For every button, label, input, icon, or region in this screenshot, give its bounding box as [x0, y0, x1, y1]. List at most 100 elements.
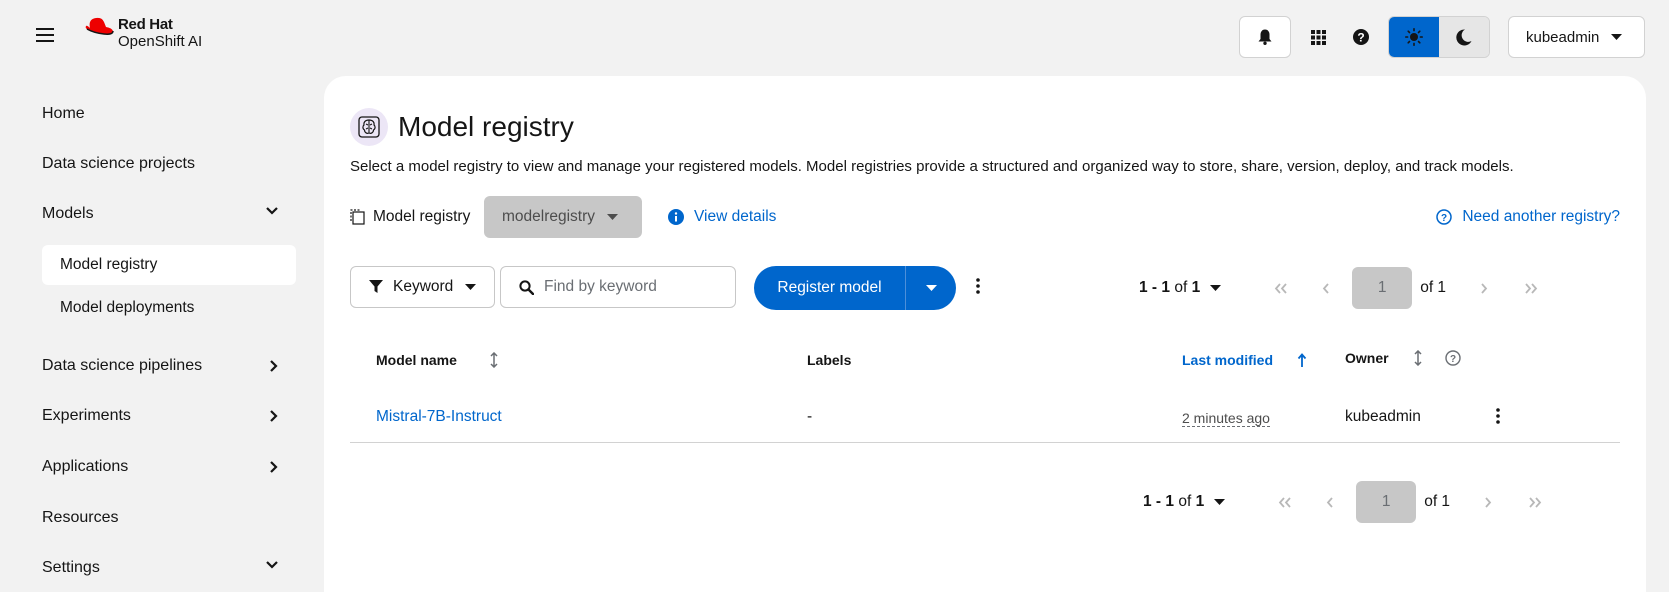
nav-model-registry[interactable]: Model registry — [42, 245, 296, 285]
last-modified-timestamp[interactable]: 2 minutes ago — [1182, 410, 1270, 427]
app-launcher-button[interactable] — [1302, 16, 1334, 58]
nav-label: Applications — [42, 458, 129, 475]
sun-icon — [1405, 28, 1423, 46]
pagination-of-pages: of 1 — [1424, 493, 1451, 510]
column-header-label: Model name — [376, 352, 457, 368]
grid-icon — [1310, 29, 1326, 45]
last-page-icon[interactable] — [1524, 282, 1538, 294]
caret-down-icon — [925, 285, 937, 291]
caret-down-icon — [1214, 499, 1226, 505]
next-page-icon[interactable] — [1484, 496, 1492, 508]
need-another-text: Need another registry? — [1462, 208, 1620, 225]
page-header: Model registry — [350, 108, 574, 146]
register-model-label: Register model — [777, 279, 882, 296]
bell-icon — [1258, 29, 1272, 45]
registry-select[interactable]: modelregistry — [484, 196, 642, 238]
nav-models[interactable]: Models — [42, 194, 296, 234]
nav-data-science-pipelines[interactable]: Data science pipelines — [42, 346, 296, 386]
red-hat-icon — [85, 17, 114, 35]
nav-label: Experiments — [42, 407, 131, 424]
column-header-owner[interactable]: Owner ? — [1345, 350, 1461, 366]
theme-toggle[interactable] — [1388, 16, 1490, 58]
pagination-range: 1 - 1 — [1143, 493, 1175, 510]
filter-type-value: Keyword — [393, 278, 454, 295]
notifications-button[interactable] — [1239, 16, 1291, 58]
column-header-label: Last modified — [1182, 352, 1274, 368]
help-outline-icon[interactable]: ? — [1444, 350, 1461, 366]
dark-theme-button[interactable] — [1439, 17, 1489, 57]
registry-label: Model registry — [350, 208, 470, 226]
last-page-icon[interactable] — [1528, 496, 1542, 508]
top-pagination: 1 - 1 of 1 1 of 1 — [1139, 266, 1538, 310]
user-menu-button[interactable]: kubeadmin — [1508, 16, 1645, 58]
model-name-link[interactable]: Mistral-7B-Instruct — [376, 408, 502, 426]
nav-label: Models — [42, 205, 94, 222]
page-number-input[interactable]: 1 — [1356, 481, 1417, 523]
search-box[interactable] — [500, 266, 736, 308]
row-kebab-button[interactable] — [1496, 408, 1500, 429]
hamburger-icon[interactable] — [36, 28, 54, 42]
bottom-pagination: 1 - 1 of 1 1 of 1 — [1143, 480, 1542, 524]
caret-down-icon — [1611, 34, 1623, 40]
filter-type-select[interactable]: Keyword — [350, 266, 495, 308]
help-button[interactable]: ? — [1347, 16, 1375, 58]
nav-applications[interactable]: Applications — [42, 447, 296, 487]
help-icon: ? — [1353, 29, 1369, 45]
register-model-dropdown-toggle[interactable] — [906, 266, 956, 310]
nav-experiments[interactable]: Experiments — [42, 396, 296, 436]
caret-down-icon — [1210, 285, 1222, 291]
column-header-labels: Labels — [807, 352, 851, 368]
user-name: kubeadmin — [1526, 28, 1600, 46]
column-header-label: Labels — [807, 352, 852, 368]
search-input[interactable] — [544, 278, 724, 296]
nav-label: Data science projects — [42, 155, 195, 172]
nav-data-science-projects[interactable]: Data science projects — [42, 144, 296, 184]
register-model-split-button[interactable]: Register model — [754, 266, 956, 310]
pagination-of: of — [1174, 279, 1188, 296]
light-theme-button[interactable] — [1389, 17, 1439, 57]
register-model-button[interactable]: Register model — [754, 266, 906, 310]
chevron-right-icon — [270, 410, 278, 422]
chevron-down-icon — [266, 207, 278, 215]
nav-label: Settings — [42, 559, 100, 576]
chevron-right-icon — [270, 461, 278, 473]
view-details-link[interactable]: View details — [668, 208, 776, 226]
svg-text:?: ? — [1450, 354, 1456, 365]
pagination-range-toggle[interactable]: 1 - 1 of 1 — [1139, 279, 1222, 297]
row-divider — [350, 442, 1620, 443]
nav-model-deployments[interactable]: Model deployments — [42, 288, 296, 328]
page-number-input[interactable]: 1 — [1352, 267, 1413, 309]
page-title: Model registry — [398, 111, 574, 142]
moon-icon — [1456, 28, 1472, 45]
registry-label-text: Model registry — [373, 208, 471, 225]
kebab-icon — [1496, 408, 1500, 424]
brand-logo[interactable]: Red Hat OpenShift AI — [84, 16, 202, 50]
model-registry-icon — [350, 108, 388, 146]
pagination-of: of — [1178, 493, 1192, 510]
next-page-icon[interactable] — [1480, 282, 1488, 294]
registry-select-value: modelregistry — [502, 208, 596, 225]
column-header-last-modified[interactable]: Last modified — [1182, 352, 1307, 368]
table-toolbar: Keyword Register model 1 - 1 of 1 — [350, 266, 1620, 310]
caret-down-icon — [465, 284, 477, 290]
pagination-of-pages: of 1 — [1420, 279, 1447, 296]
registry-selector-row: Model registry modelregistry View detail… — [350, 196, 1620, 238]
first-page-icon[interactable] — [1274, 282, 1288, 294]
pagination-total: 1 — [1195, 493, 1205, 510]
need-another-registry-link[interactable]: ? Need another registry? — [1436, 208, 1620, 226]
pagination-range: 1 - 1 — [1139, 279, 1171, 296]
caret-down-icon — [607, 214, 619, 220]
toolbar-kebab-button[interactable] — [976, 278, 980, 299]
pagination-range-toggle[interactable]: 1 - 1 of 1 — [1143, 493, 1226, 511]
copy-icon — [350, 209, 365, 225]
info-icon — [668, 209, 684, 225]
model-owner: kubeadmin — [1345, 408, 1421, 425]
previous-page-icon[interactable] — [1326, 496, 1334, 508]
first-page-icon[interactable] — [1278, 496, 1292, 508]
pagination-total: 1 — [1191, 279, 1201, 296]
column-header-model-name[interactable]: Model name — [376, 352, 499, 368]
previous-page-icon[interactable] — [1322, 282, 1330, 294]
nav-resources[interactable]: Resources — [42, 498, 296, 538]
nav-settings[interactable]: Settings — [42, 548, 296, 588]
nav-home[interactable]: Home — [42, 94, 296, 134]
